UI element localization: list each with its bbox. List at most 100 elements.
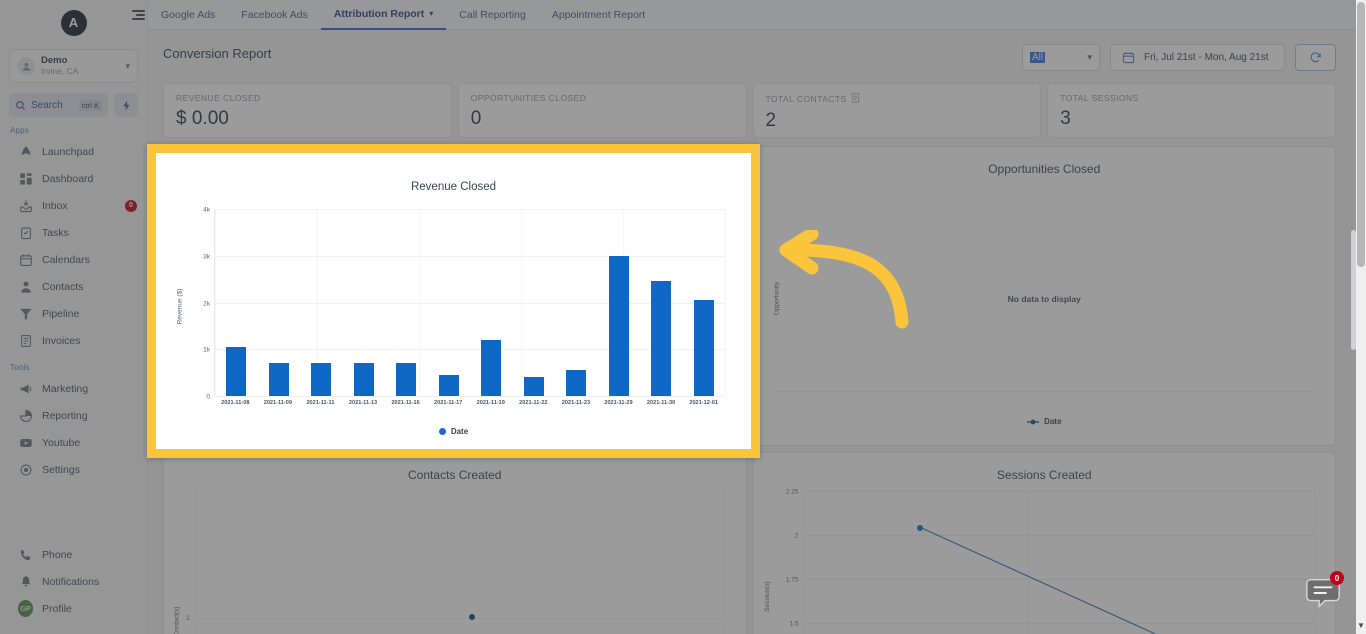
kpi-card-revenue-closed: REVENUE CLOSED $ 0.00 bbox=[163, 83, 452, 138]
tab-google-ads[interactable]: Google Ads bbox=[148, 0, 228, 30]
chart-legend-opportunities[interactable]: Date bbox=[754, 417, 1336, 426]
info-document-icon[interactable] bbox=[851, 93, 860, 105]
chart-legend-revenue[interactable]: Date bbox=[156, 427, 751, 436]
tab-attribution-report[interactable]: Attribution Report ▾ bbox=[320, 0, 447, 30]
sidebar-item-label: Phone bbox=[42, 548, 73, 561]
quick-action-button[interactable] bbox=[114, 93, 138, 117]
bar-slot[interactable] bbox=[470, 209, 513, 396]
empty-state-text: No data to display bbox=[1007, 294, 1081, 304]
contacts-icon bbox=[18, 279, 33, 294]
search-input[interactable]: Search ctrl K bbox=[9, 93, 108, 117]
bar-slot[interactable] bbox=[385, 209, 428, 396]
page-scrollbar[interactable] bbox=[1356, 0, 1366, 634]
bar[interactable] bbox=[608, 255, 629, 396]
kpi-value: 3 bbox=[1060, 108, 1071, 129]
dashboard-icon bbox=[18, 171, 33, 186]
sessions-line-series bbox=[804, 491, 1316, 634]
bar[interactable] bbox=[523, 377, 544, 396]
app-logo[interactable]: A bbox=[0, 0, 147, 45]
pipeline-icon bbox=[18, 306, 33, 321]
phone-icon bbox=[18, 547, 33, 562]
data-point-marker bbox=[469, 614, 475, 620]
bar-slot[interactable] bbox=[428, 209, 471, 396]
sidebar-item-profile[interactable]: GP Profile bbox=[0, 595, 147, 622]
scroll-down-arrow-icon[interactable]: ▼ bbox=[1357, 621, 1365, 630]
sidebar-item-marketing[interactable]: Marketing bbox=[0, 375, 147, 402]
bar-slot[interactable] bbox=[513, 209, 556, 396]
sidebar-item-dashboard[interactable]: Dashboard bbox=[0, 165, 147, 192]
x-axis-tick: 2021-11-22 bbox=[519, 400, 548, 406]
chart-card-revenue-closed-highlighted[interactable]: Revenue Closed Revenue ($) 0 1k 2k 3k 4k 202… bbox=[156, 153, 751, 449]
report-controls: All ▾ Fri, Jul 21st - Mon, Aug 21st bbox=[1022, 44, 1336, 71]
sidebar-item-label: Reporting bbox=[42, 409, 88, 422]
x-axis-tick: 2021-11-23 bbox=[561, 400, 591, 406]
chart-card-opportunities-closed[interactable]: Opportunities Closed Opportunity No data… bbox=[752, 146, 1336, 446]
section-label-tools: Tools bbox=[10, 363, 30, 372]
chart-baseline bbox=[775, 391, 1313, 392]
inner-scrollbar[interactable] bbox=[1349, 60, 1356, 634]
bar-slot[interactable] bbox=[258, 209, 301, 396]
bar[interactable] bbox=[693, 300, 714, 396]
filter-select[interactable]: All ▾ bbox=[1022, 44, 1100, 71]
sidebar-item-launchpad[interactable]: Launchpad bbox=[0, 138, 147, 165]
sidebar-item-inbox[interactable]: Inbox 0 bbox=[0, 192, 147, 219]
bar[interactable] bbox=[566, 370, 587, 396]
chevron-down-icon: ▾ bbox=[125, 60, 130, 71]
bar-slot[interactable] bbox=[343, 209, 386, 396]
date-range-picker[interactable]: Fri, Jul 21st - Mon, Aug 21st bbox=[1110, 44, 1285, 71]
workspace-selector[interactable]: Demo Irvine, CA ▾ bbox=[9, 49, 138, 83]
plot-area: 0 1k 2k 3k 4k bbox=[203, 207, 726, 401]
sidebar-item-calendars[interactable]: Calendars bbox=[0, 246, 147, 273]
tab-call-reporting[interactable]: Call Reporting bbox=[446, 0, 539, 30]
chevron-down-icon: ▾ bbox=[429, 9, 434, 18]
bar[interactable] bbox=[268, 363, 289, 396]
bar[interactable] bbox=[311, 363, 332, 396]
bar[interactable] bbox=[226, 346, 247, 396]
piechart-icon bbox=[18, 408, 33, 423]
bar[interactable] bbox=[438, 374, 459, 396]
kpi-label: OPPORTUNITIES CLOSED bbox=[471, 93, 734, 103]
chart-vline bbox=[196, 489, 197, 634]
page-scrollbar-thumb[interactable] bbox=[1357, 2, 1365, 267]
sidebar-item-phone[interactable]: Phone bbox=[0, 541, 147, 568]
sidebar-item-label: Inbox bbox=[42, 199, 68, 212]
tab-label: Attribution Report bbox=[333, 7, 425, 20]
kpi-label: TOTAL CONTACTS bbox=[766, 93, 1029, 105]
kpi-label-text: TOTAL SESSIONS bbox=[1060, 93, 1139, 103]
kpi-value: 2 bbox=[765, 110, 777, 131]
bar-slot[interactable] bbox=[683, 209, 726, 396]
y-axis-label-revenue: Revenue ($) bbox=[176, 288, 184, 325]
sidebar-item-tasks[interactable]: Tasks bbox=[0, 219, 147, 246]
bar-slot[interactable] bbox=[215, 209, 258, 396]
revenue-bar-chart: Revenue Closed Revenue ($) 0 1k 2k 3k 4k 202… bbox=[156, 153, 751, 449]
bar-slot[interactable] bbox=[300, 209, 343, 396]
tab-appointment-report[interactable]: Appointment Report bbox=[539, 0, 658, 30]
bar[interactable] bbox=[651, 281, 672, 396]
chart-card-sessions-created[interactable]: Sessions Created Session(s) 1.251.51.752… bbox=[752, 452, 1336, 634]
tab-label: Facebook Ads bbox=[241, 8, 308, 21]
sidebar-item-pipeline[interactable]: Pipeline bbox=[0, 300, 147, 327]
sidebar-item-notifications[interactable]: Notifications bbox=[0, 568, 147, 595]
legend-label: Date bbox=[450, 427, 469, 436]
bar-slot[interactable] bbox=[640, 209, 683, 396]
kpi-label-text: REVENUE CLOSED bbox=[176, 93, 261, 103]
sessions-plot-area: 1.251.51.7522.25 bbox=[786, 489, 1316, 634]
sidebar-item-invoices[interactable]: Invoices bbox=[0, 327, 147, 354]
bar-slot[interactable] bbox=[555, 209, 598, 396]
tab-facebook-ads[interactable]: Facebook Ads bbox=[228, 0, 321, 30]
bar-slot[interactable] bbox=[598, 209, 641, 396]
sidebar-item-youtube[interactable]: Youtube bbox=[0, 429, 147, 456]
bar[interactable] bbox=[396, 363, 417, 396]
menu-toggle-button[interactable] bbox=[131, 10, 145, 20]
bar[interactable] bbox=[481, 339, 502, 396]
kpi-label: TOTAL SESSIONS bbox=[1060, 93, 1323, 103]
legend-marker-icon bbox=[1027, 419, 1040, 424]
chat-widget-button[interactable]: 0 bbox=[1304, 571, 1344, 612]
sidebar-bottom-list: Phone Notifications GP Profile bbox=[0, 541, 147, 622]
sidebar-item-settings[interactable]: Settings bbox=[0, 456, 147, 483]
chart-card-contacts-created[interactable]: Contacts Created Contact(s) 2 bbox=[163, 452, 747, 634]
bar[interactable] bbox=[353, 363, 374, 396]
sidebar-item-reporting[interactable]: Reporting bbox=[0, 402, 147, 429]
sidebar-item-contacts[interactable]: Contacts bbox=[0, 273, 147, 300]
refresh-button[interactable] bbox=[1295, 44, 1336, 71]
